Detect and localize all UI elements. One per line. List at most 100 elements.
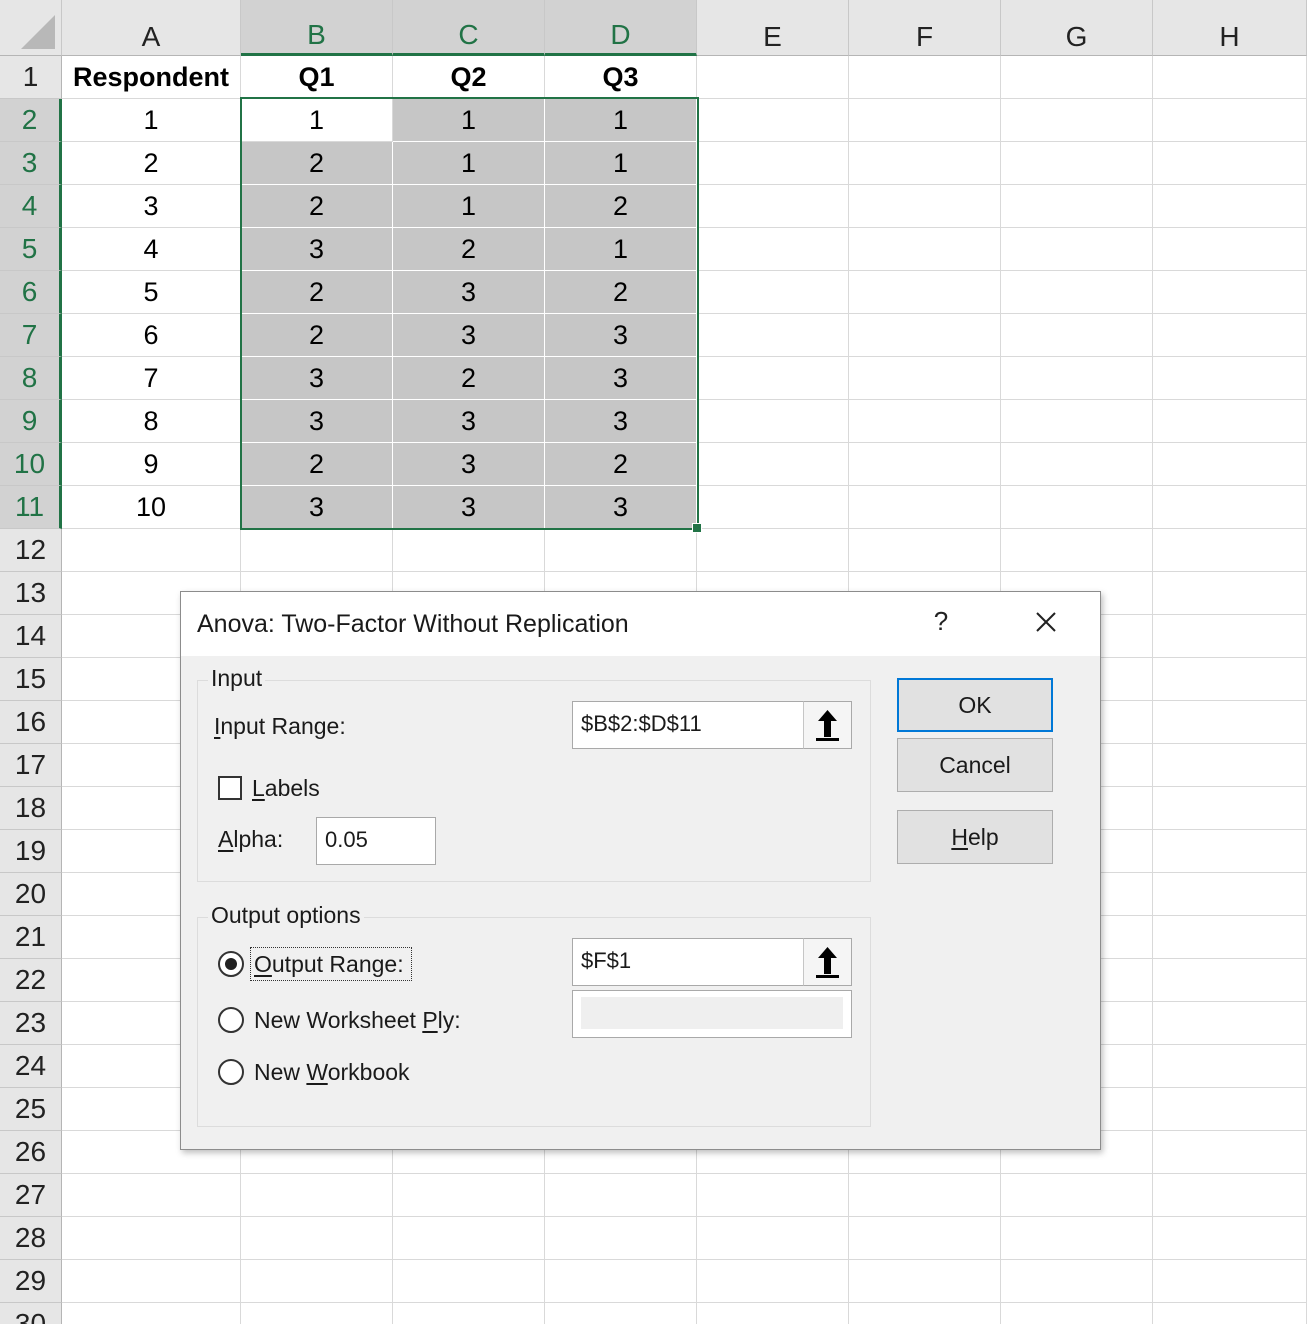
cell-f5[interactable]	[849, 228, 1001, 271]
cell-c27[interactable]	[393, 1174, 545, 1217]
cell-h9[interactable]	[1153, 400, 1307, 443]
row-header-9[interactable]: 9	[0, 400, 62, 443]
cell-d1[interactable]: Q3	[545, 56, 697, 99]
cell-h28[interactable]	[1153, 1217, 1307, 1260]
cell-f9[interactable]	[849, 400, 1001, 443]
cell-h25[interactable]	[1153, 1088, 1307, 1131]
cell-a8[interactable]: 7	[62, 357, 241, 400]
input-range-field[interactable]: $B$2:$D$11	[572, 701, 804, 749]
row-header-7[interactable]: 7	[0, 314, 62, 357]
fill-handle[interactable]	[692, 523, 702, 533]
cell-e3[interactable]	[697, 142, 849, 185]
cell-d2[interactable]: 1	[545, 99, 697, 142]
row-header-2[interactable]: 2	[0, 99, 62, 142]
cell-c28[interactable]	[393, 1217, 545, 1260]
cell-e2[interactable]	[697, 99, 849, 142]
row-header-5[interactable]: 5	[0, 228, 62, 271]
labels-checkbox[interactable]	[218, 776, 242, 800]
cell-d11[interactable]: 3	[545, 486, 697, 529]
row-header-26[interactable]: 26	[0, 1131, 62, 1174]
cell-f2[interactable]	[849, 99, 1001, 142]
column-header-h[interactable]: H	[1153, 0, 1307, 56]
cell-h4[interactable]	[1153, 185, 1307, 228]
cell-a3[interactable]: 2	[62, 142, 241, 185]
cell-d9[interactable]: 3	[545, 400, 697, 443]
row-header-24[interactable]: 24	[0, 1045, 62, 1088]
cell-h27[interactable]	[1153, 1174, 1307, 1217]
row-header-3[interactable]: 3	[0, 142, 62, 185]
cell-h20[interactable]	[1153, 873, 1307, 916]
row-header-6[interactable]: 6	[0, 271, 62, 314]
cell-c4[interactable]: 1	[393, 185, 545, 228]
cell-e7[interactable]	[697, 314, 849, 357]
cancel-button[interactable]: Cancel	[897, 738, 1053, 792]
cell-b2[interactable]: 1	[241, 99, 393, 142]
cell-h3[interactable]	[1153, 142, 1307, 185]
cell-h15[interactable]	[1153, 658, 1307, 701]
ok-button[interactable]: OK	[897, 678, 1053, 732]
cell-a7[interactable]: 6	[62, 314, 241, 357]
cell-e8[interactable]	[697, 357, 849, 400]
dialog-titlebar[interactable]: Anova: Two-Factor Without Replication ?	[181, 592, 1100, 656]
cell-h10[interactable]	[1153, 443, 1307, 486]
select-all-corner[interactable]	[0, 0, 62, 56]
cell-g12[interactable]	[1001, 529, 1153, 572]
cell-d3[interactable]: 1	[545, 142, 697, 185]
cell-h6[interactable]	[1153, 271, 1307, 314]
cell-g27[interactable]	[1001, 1174, 1153, 1217]
cell-e11[interactable]	[697, 486, 849, 529]
cell-c29[interactable]	[393, 1260, 545, 1303]
cell-h17[interactable]	[1153, 744, 1307, 787]
row-header-23[interactable]: 23	[0, 1002, 62, 1045]
cell-b10[interactable]: 2	[241, 443, 393, 486]
cell-e27[interactable]	[697, 1174, 849, 1217]
row-header-19[interactable]: 19	[0, 830, 62, 873]
row-header-12[interactable]: 12	[0, 529, 62, 572]
row-header-1[interactable]: 1	[0, 56, 62, 99]
column-header-e[interactable]: E	[697, 0, 849, 56]
row-header-25[interactable]: 25	[0, 1088, 62, 1131]
cell-g5[interactable]	[1001, 228, 1153, 271]
cell-f10[interactable]	[849, 443, 1001, 486]
column-header-f[interactable]: F	[849, 0, 1001, 56]
cell-a1[interactable]: Respondent	[62, 56, 241, 99]
row-header-20[interactable]: 20	[0, 873, 62, 916]
cell-h16[interactable]	[1153, 701, 1307, 744]
cell-f3[interactable]	[849, 142, 1001, 185]
cell-d6[interactable]: 2	[545, 271, 697, 314]
row-header-30[interactable]: 30	[0, 1303, 62, 1324]
new-worksheet-ply-radio[interactable]	[218, 1007, 244, 1033]
cell-g30[interactable]	[1001, 1303, 1153, 1324]
cell-b30[interactable]	[241, 1303, 393, 1324]
new-worksheet-ply-label[interactable]: New Worksheet Ply:	[254, 1007, 461, 1034]
cell-e4[interactable]	[697, 185, 849, 228]
cell-a30[interactable]	[62, 1303, 241, 1324]
cell-b6[interactable]: 2	[241, 271, 393, 314]
help-icon[interactable]: ?	[931, 606, 951, 637]
row-header-21[interactable]: 21	[0, 916, 62, 959]
cell-f30[interactable]	[849, 1303, 1001, 1324]
cell-d7[interactable]: 3	[545, 314, 697, 357]
cell-g11[interactable]	[1001, 486, 1153, 529]
alpha-field[interactable]: 0.05	[316, 817, 436, 865]
cell-h30[interactable]	[1153, 1303, 1307, 1324]
cell-h24[interactable]	[1153, 1045, 1307, 1088]
cell-e5[interactable]	[697, 228, 849, 271]
cell-e6[interactable]	[697, 271, 849, 314]
cell-e30[interactable]	[697, 1303, 849, 1324]
cell-h23[interactable]	[1153, 1002, 1307, 1045]
cell-d27[interactable]	[545, 1174, 697, 1217]
cell-d8[interactable]: 3	[545, 357, 697, 400]
output-range-label[interactable]: Output Range:	[254, 951, 404, 978]
cell-a4[interactable]: 3	[62, 185, 241, 228]
cell-g6[interactable]	[1001, 271, 1153, 314]
cell-c5[interactable]: 2	[393, 228, 545, 271]
row-header-13[interactable]: 13	[0, 572, 62, 615]
cell-h29[interactable]	[1153, 1260, 1307, 1303]
cell-e10[interactable]	[697, 443, 849, 486]
row-header-10[interactable]: 10	[0, 443, 62, 486]
cell-g7[interactable]	[1001, 314, 1153, 357]
cell-h14[interactable]	[1153, 615, 1307, 658]
cell-e28[interactable]	[697, 1217, 849, 1260]
cell-d28[interactable]	[545, 1217, 697, 1260]
